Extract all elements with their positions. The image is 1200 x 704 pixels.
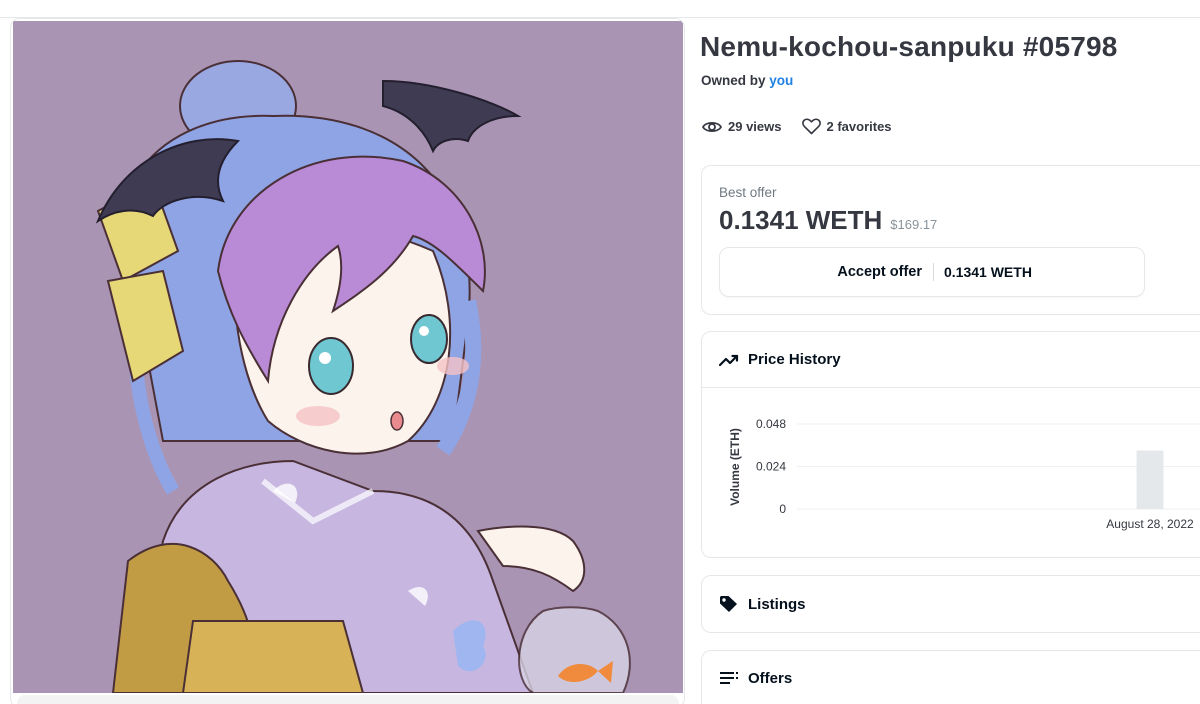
artwork-illustration [13, 21, 683, 693]
price-history-label: Price History [748, 351, 841, 368]
offers-label: Offers [748, 669, 793, 687]
offers-header[interactable]: Offers [702, 651, 1200, 704]
accept-offer-price: 0.1341 WETH [944, 264, 1032, 280]
owned-by-label: Owned by [701, 73, 766, 88]
artwork-footer-bar [17, 695, 679, 704]
favorites-count: 2 favorites [826, 119, 892, 134]
eye-icon [702, 121, 722, 132]
item-details: Nemu-kochou-sanpuku #05798 Owned by you … [700, 0, 1200, 704]
listings-panel: Listings [701, 575, 1200, 633]
price-history-header[interactable]: Price History [702, 332, 1200, 388]
listings-header[interactable]: Listings [702, 576, 1200, 632]
item-stats: 29 views 2 favorites [702, 118, 892, 135]
listings-label: Listings [748, 595, 806, 613]
item-title: Nemu-kochou-sanpuku #05798 [700, 31, 1118, 62]
best-offer-price-row: 0.1341 WETH $169.17 [719, 205, 937, 236]
views-count: 29 views [728, 119, 782, 134]
best-offer-label: Best offer [719, 185, 777, 200]
accept-offer-label: Accept offer [837, 264, 922, 280]
heart-icon [801, 118, 821, 135]
y-tick-label: 0.024 [756, 460, 786, 474]
favorites-stat[interactable]: 2 favorites [801, 118, 892, 135]
nft-artwork[interactable] [13, 21, 683, 693]
owner-link[interactable]: you [769, 73, 793, 88]
views-stat: 29 views [702, 119, 782, 134]
tag-icon [720, 596, 737, 612]
owned-by-line: Owned by you [701, 73, 793, 88]
history-bar [1136, 450, 1164, 509]
offers-panel: Offers [701, 650, 1200, 704]
accept-offer-button[interactable]: Accept offer 0.1341 WETH [719, 247, 1145, 297]
price-history-panel: Price History Volume (ETH) 0.048 0.024 0 Aug… [701, 331, 1200, 558]
list-icon [720, 672, 738, 684]
price-history-chart-svg: Volume (ETH) 0.048 0.024 0 August 28, 2022 [728, 417, 1200, 531]
y-tick-label: 0.048 [756, 417, 786, 431]
artwork-card [10, 18, 685, 704]
trending-up-icon [719, 354, 739, 366]
best-offer-price: 0.1341 WETH [719, 205, 883, 235]
x-tick-label: August 28, 2022 [1106, 517, 1194, 531]
price-history-chart: Volume (ETH) 0.048 0.024 0 August 28, 2022 [702, 389, 1200, 557]
y-axis-label: Volume (ETH) [728, 428, 742, 506]
y-tick-label: 0 [779, 502, 786, 516]
best-offer-panel: Best offer 0.1341 WETH $169.17 Accept of… [701, 165, 1200, 315]
best-offer-usd: $169.17 [890, 217, 938, 232]
